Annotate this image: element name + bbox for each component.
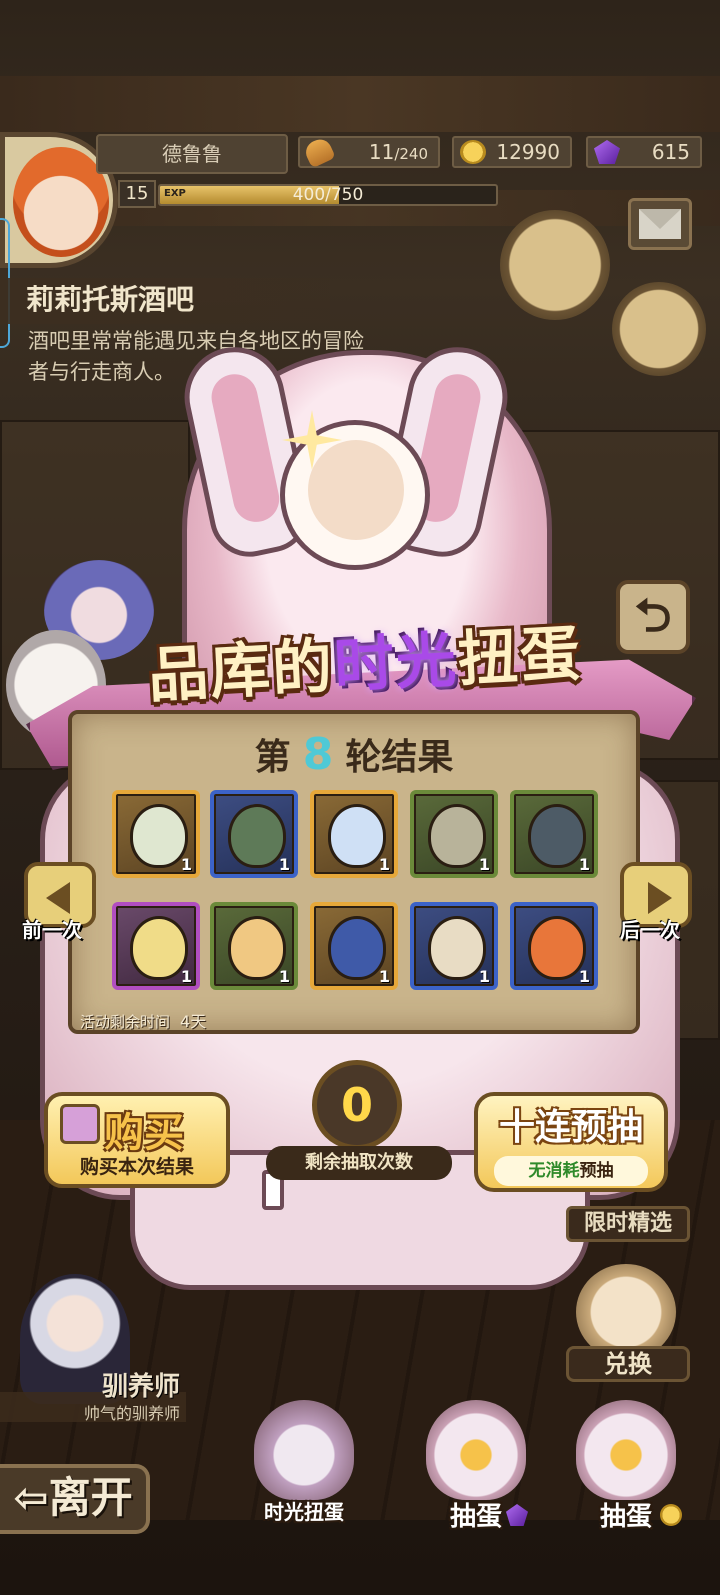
gold-resource[interactable]: 12990 [452, 136, 572, 168]
game-scene: 德鲁鲁 15 EXP 400/750 11/240 12990 615 莉莉托斯… [0, 0, 720, 1595]
ten-pull-suffix: 预抽 [579, 1161, 614, 1181]
exchange-label: 兑换 [566, 1346, 690, 1382]
event-title-suffix: 扭蛋 [456, 618, 584, 696]
result-quantity: 1 [278, 967, 290, 986]
tab-draw-gem[interactable]: 抽蛋 [420, 1400, 532, 1532]
result-slot[interactable]: 1 [310, 902, 398, 990]
exchange-button[interactable]: 兑换 [566, 1264, 690, 1384]
bread-current: 11 [368, 140, 395, 164]
result-quantity: 1 [578, 855, 590, 874]
ten-pull-free: 无消耗 [528, 1161, 580, 1181]
round-number: 8 [302, 729, 334, 780]
result-slot[interactable]: 1 [510, 902, 598, 990]
player-name: 德鲁鲁 [96, 134, 288, 174]
tab-draw-gold[interactable]: 抽蛋 [570, 1400, 682, 1532]
seed-egg-icon [428, 804, 486, 868]
golden-armor-egg-icon [130, 916, 188, 980]
bread-max: /240 [394, 145, 428, 163]
hooded-egg-icon [228, 804, 286, 868]
result-quantity: 1 [378, 967, 390, 986]
event-remaining-time: 活动剩余时间 4天 [80, 1008, 206, 1032]
ten-pull-sub-label: 无消耗预抽 [494, 1156, 648, 1186]
buy-label: 购买 [104, 1110, 184, 1156]
round-suffix: 轮结果 [345, 737, 454, 778]
round-title: 第 8 轮结果 [68, 730, 640, 783]
gold-coin-icon [460, 140, 486, 164]
flame-egg-icon [528, 916, 586, 980]
remaining-label: 活动剩余时间 [80, 1013, 171, 1031]
bearded-beast-egg-icon [428, 916, 486, 980]
gem-resource[interactable]: 615 [586, 136, 702, 168]
event-title-highlight: 时光 [332, 625, 460, 702]
result-quantity: 1 [378, 855, 390, 874]
player-level-badge: 15 [118, 180, 156, 208]
location-title: 莉莉托斯酒吧 [0, 278, 330, 324]
exp-text: 400/750 [292, 185, 364, 205]
remaining-value: 4天 [180, 1012, 207, 1031]
bunny-face [308, 440, 404, 540]
leave-button[interactable]: ⇦离开 [0, 1464, 150, 1534]
draw-count-label: 剩余抽取次数 [266, 1146, 452, 1180]
result-slot[interactable]: 1 [310, 790, 398, 878]
avatar-face [13, 147, 109, 257]
result-slot[interactable]: 1 [210, 902, 298, 990]
gold-gacha-machine-icon [576, 1400, 676, 1500]
gold-amount: 12990 [496, 140, 560, 164]
result-slot[interactable]: 1 [112, 902, 200, 990]
draw-count: 0 [312, 1060, 402, 1150]
time-gacha-icon [254, 1400, 354, 1500]
tab-time-gacha-label: 时光扭蛋 [264, 1500, 344, 1524]
return-button[interactable]: ⮌ [616, 580, 690, 654]
result-slot[interactable]: 1 [410, 902, 498, 990]
result-quantity: 1 [180, 855, 192, 874]
round-prefix: 第 [254, 737, 291, 778]
winged-crown-egg-icon [328, 804, 386, 868]
tab-time-gacha[interactable]: 时光扭蛋 [248, 1400, 360, 1530]
exp-bar: EXP 400/750 [158, 184, 498, 206]
mail-button[interactable] [628, 198, 692, 250]
striped-egg-icon [228, 916, 286, 980]
ten-pull-preview-button[interactable]: 十连预抽 无消耗预抽 [474, 1092, 668, 1192]
result-quantity: 1 [180, 967, 192, 986]
leave-arrow-icon: ⇦ [13, 1473, 49, 1522]
blue-fang-egg-icon [328, 916, 386, 980]
limited-selection-button[interactable]: 限时精选 [566, 1206, 690, 1242]
result-quantity: 1 [578, 967, 590, 986]
result-slot[interactable]: 1 [410, 790, 498, 878]
buy-result-button[interactable]: 购买 购买本次结果 [44, 1092, 230, 1188]
event-title-prefix: 品库的 [146, 631, 336, 712]
backpack-button[interactable] [612, 282, 706, 376]
ten-pull-label: 十连预抽 [498, 1107, 643, 1148]
result-slot[interactable]: 1 [510, 790, 598, 878]
result-quantity: 1 [278, 855, 290, 874]
gem-icon [594, 140, 620, 164]
quest-scroll-button[interactable] [500, 210, 610, 320]
result-slot[interactable]: 1 [210, 790, 298, 878]
buy-sub-label: 购买本次结果 [79, 1156, 194, 1178]
gem-amount: 615 [651, 140, 690, 164]
buy-clock-icon [60, 1104, 100, 1144]
result-slot[interactable]: 1 [112, 790, 200, 878]
gem-gacha-machine-icon [426, 1400, 526, 1500]
trainer-name: 驯养师 [101, 1372, 180, 1402]
bread-icon [302, 135, 336, 169]
result-quantity: 1 [478, 855, 490, 874]
leave-label: 离开 [48, 1473, 133, 1522]
gold-coin-icon [660, 1504, 682, 1526]
bread-resource[interactable]: 11/240 [298, 135, 440, 169]
arrow-left-icon [46, 882, 70, 914]
return-arrow-icon: ⮌ [634, 588, 672, 642]
result-quantity: 1 [478, 967, 490, 986]
trainer-title: 帅气的驯养师 [83, 1404, 180, 1423]
next-round-label: 后一次 [620, 918, 680, 942]
leaf-egg-icon [130, 804, 188, 868]
ceiling-beam [0, 76, 720, 132]
shell-egg-icon [528, 804, 586, 868]
prev-round-label: 前一次 [22, 918, 82, 942]
arrow-right-icon [648, 882, 672, 914]
